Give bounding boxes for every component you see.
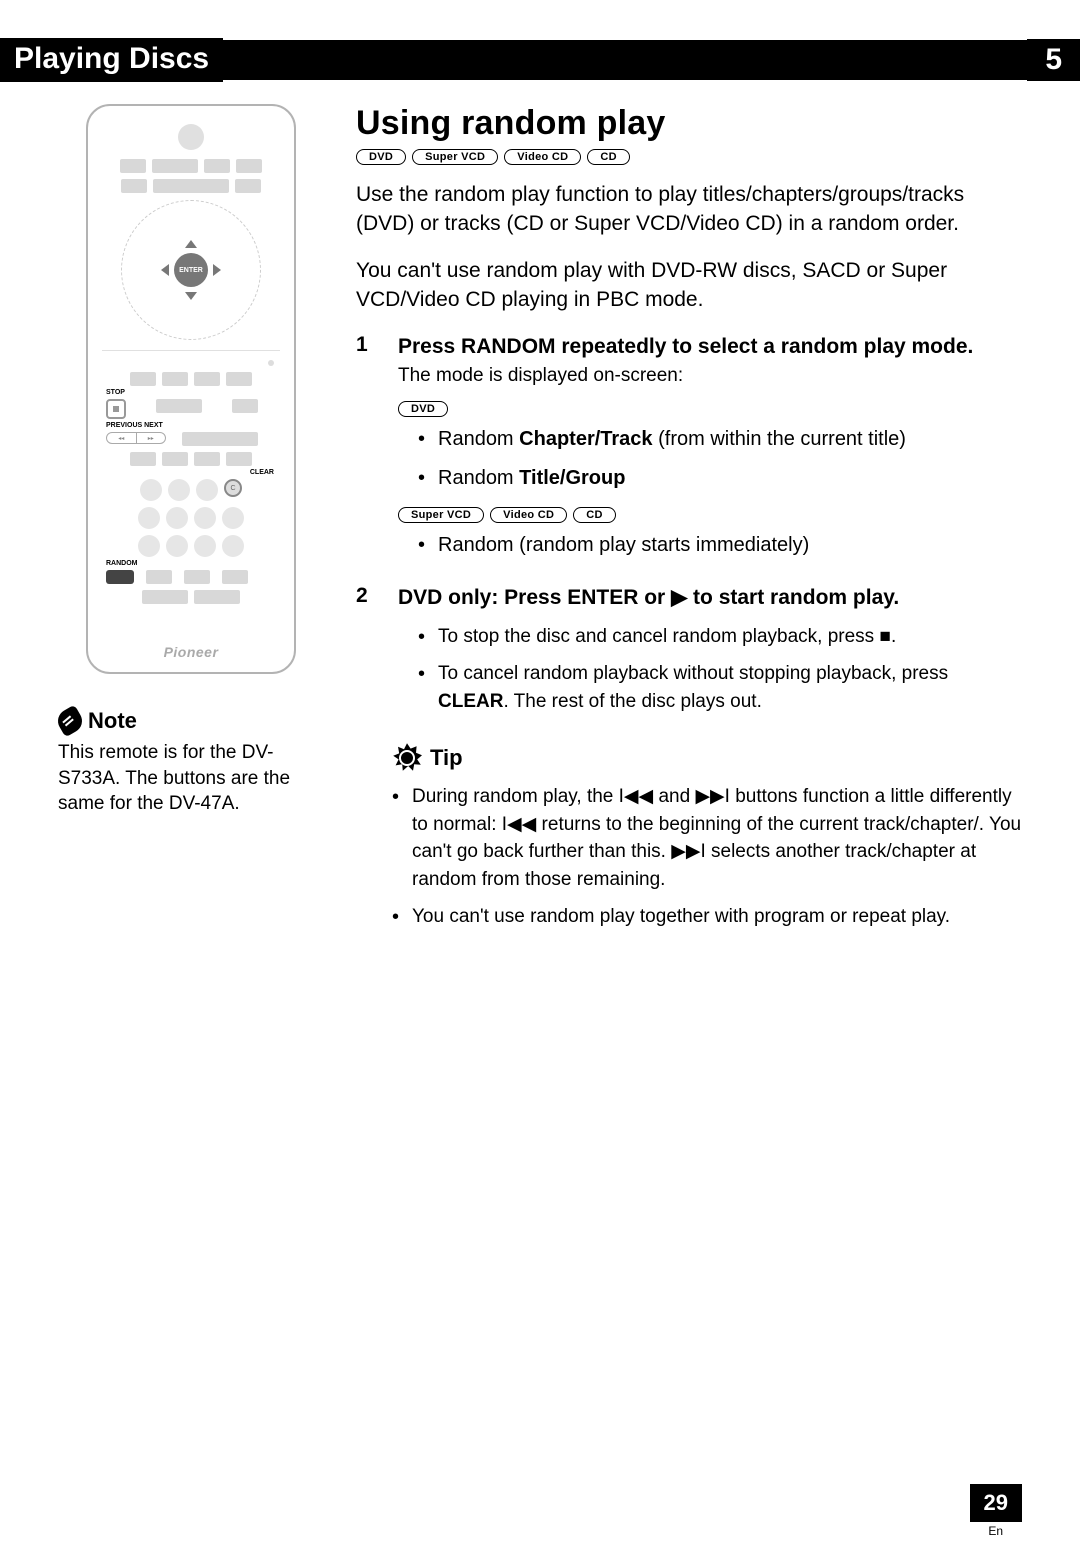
step-1-bullet-1: Random Chapter/Track (from within the cu… [418,425,1022,454]
stop-button [106,399,126,419]
enter-button: ENTER [174,253,208,287]
chapter-number: 5 [1027,39,1080,81]
tag-vcd: Video CD [504,149,581,165]
remote-diagram: ENTER STOP PREVIOUS NEXT ◂◂▸▸ CLEAR C RA… [86,104,296,674]
page-number: 29 [970,1484,1022,1522]
tag-vcd-sub: Video CD [490,507,567,523]
tag-dvd-sub: DVD [398,401,448,417]
next-track-icon-2: ▶▶I [671,841,706,862]
stop-label: STOP [106,389,125,396]
tag-dvd: DVD [356,149,406,165]
note-body: This remote is for the DV-S733A. The but… [58,740,324,817]
tag-cd: CD [587,149,630,165]
tag-svcd: Super VCD [412,149,498,165]
tip-title: Tip [430,745,463,771]
dpad: ENTER [163,242,219,298]
step-2-bullet-2: To cancel random playback without stoppi… [418,660,1022,715]
clear-label: CLEAR [250,469,274,476]
step-1-sub: The mode is displayed on-screen: [398,365,1022,387]
tag-cd-sub: CD [573,507,616,523]
header-filler [223,40,1027,80]
media-tags-main: DVD Super VCD Video CD CD [356,149,1022,165]
intro-para-2: You can't use random play with DVD-RW di… [356,257,1022,315]
tip-icon [392,743,422,773]
step-2-title: DVD only: Press ENTER or ▶ to start rand… [398,584,1022,612]
prev-track-icon-2: I◀◀ [502,814,537,835]
page-language: En [970,1524,1022,1538]
tag-svcd-sub: Super VCD [398,507,484,523]
chapter-header: Playing Discs 5 [0,40,1080,80]
step-1-bullet-2: Random Title/Group [418,464,1022,493]
tip-heading: Tip [392,743,1022,773]
step-1: 1 Press RANDOM repeatedly to select a ra… [356,333,1022,570]
page-footer: 29 En [970,1484,1022,1538]
tip-bullet-1: During random play, the I◀◀ and ▶▶I butt… [392,783,1022,893]
prev-track-icon: I◀◀ [619,786,654,807]
step-2: 2 DVD only: Press ENTER or ▶ to start ra… [356,584,1022,725]
step-2-num: 2 [356,584,374,725]
clear-button: C [224,479,242,497]
intro-para-1: Use the random play function to play tit… [356,181,1022,239]
random-button [106,570,134,584]
note-title: Note [88,708,137,734]
next-track-icon: ▶▶I [695,786,730,807]
brand-logo: Pioneer [164,644,219,660]
stop-icon: ■ [879,626,890,647]
chapter-title: Playing Discs [0,38,223,82]
step-1-title: Press RANDOM repeatedly to select a rand… [398,333,1022,361]
play-icon: ▶ [671,586,687,609]
step-1-bullet-3: Random (random play starts immediately) [418,531,1022,560]
step-2-bullet-1: To stop the disc and cancel random playb… [418,623,1022,651]
random-label: RANDOM [106,560,138,567]
prevnext-label: PREVIOUS NEXT [106,422,163,429]
prev-next-buttons: ◂◂▸▸ [106,432,166,444]
step-1-num: 1 [356,333,374,570]
tip-bullet-2: You can't use random play together with … [392,903,1022,931]
section-title: Using random play [356,104,1022,143]
note-heading: Note [58,708,324,734]
note-icon [54,705,87,738]
